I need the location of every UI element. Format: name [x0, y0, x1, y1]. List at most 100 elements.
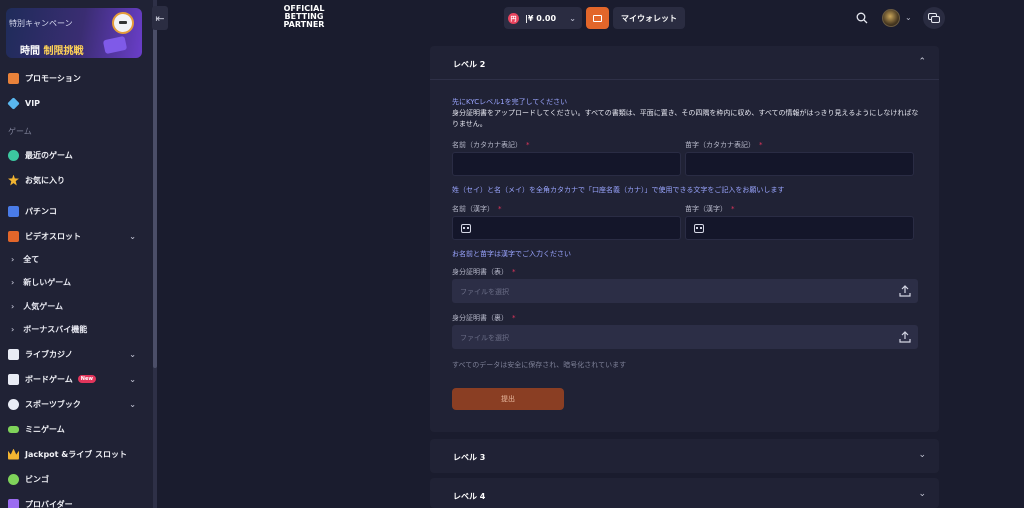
chevron-down-icon[interactable]: ⌄	[918, 450, 926, 460]
sidebar-item-label: ボードゲーム	[25, 374, 73, 384]
dice-icon	[8, 373, 19, 385]
search-icon[interactable]	[856, 12, 868, 24]
sidebar-item-vip[interactable]: VIP	[0, 92, 150, 114]
my-wallet-button[interactable]: マイウォレット	[613, 7, 685, 29]
submit-button[interactable]: 提出	[452, 388, 564, 410]
scrollbar-thumb[interactable]	[153, 8, 157, 368]
mascot-icon	[112, 12, 134, 34]
sidebar-subitem-bonus-buy[interactable]: › ボーナスバイ機能	[0, 319, 150, 339]
chevron-down-icon: ⌄	[569, 13, 576, 23]
sidebar-item-live-casino[interactable]: ライブカジノ ⌄	[0, 343, 150, 365]
sidebar-item-label: プロバイダー	[25, 499, 73, 508]
sidebar-subitem-label: 全て	[23, 254, 40, 264]
last-name-kanji-input[interactable]	[685, 216, 914, 240]
file-placeholder: ファイルを選択	[460, 334, 509, 342]
deposit-button[interactable]	[586, 7, 609, 29]
crown-icon	[8, 448, 19, 460]
upload-icon[interactable]	[899, 331, 911, 343]
chevron-down-icon: ⌄	[129, 231, 136, 241]
kyc-level1-link[interactable]: 先にKYCレベル1を完了してください	[452, 97, 567, 107]
upload-instructions: 身分証明書をアップロードしてください。すべての書類は、平面に置き、その四隅を枠内…	[452, 109, 919, 128]
chevron-right-icon: ›	[11, 301, 15, 311]
chevron-down-icon[interactable]: ⌄	[918, 489, 926, 499]
promo-small-text: 特別キャンペーン	[9, 19, 73, 28]
sidebar-item-promotion[interactable]: プロモーション	[0, 67, 150, 89]
section-label-game: ゲーム	[8, 127, 32, 136]
sidebar-subitem-label: ボーナスバイ機能	[23, 324, 88, 334]
sidebar-item-favorites[interactable]: お気に入り	[0, 169, 150, 191]
sidebar-subitem-label: 人気ゲーム	[23, 301, 64, 311]
sidebar-item-label: ライブカジノ	[25, 349, 73, 359]
sidebar-item-provider[interactable]: プロバイダー	[0, 493, 150, 508]
promo-title: 時間 制限挑戦	[20, 46, 84, 57]
chevron-right-icon: ›	[11, 254, 15, 264]
chevron-down-icon[interactable]: ⌄	[905, 13, 912, 22]
provider-icon	[8, 498, 19, 508]
sidebar-item-label: VIP	[25, 98, 41, 108]
slot-icon	[8, 230, 19, 242]
sidebar-item-sportsbook[interactable]: スポーツブック ⌄	[0, 393, 150, 415]
sidebar-item-label: Jackpot &ライブ スロット	[25, 449, 128, 459]
secure-note: すべてのデータは安全に保存され、暗号化されています	[452, 361, 627, 369]
balance-amount: |¥ 0.00	[525, 13, 557, 23]
accordion-title: レベル 4	[453, 492, 486, 501]
sidebar-subitem-all[interactable]: › 全て	[0, 249, 150, 269]
chat-button[interactable]	[923, 7, 945, 29]
chat-icon	[928, 12, 940, 23]
new-badge: New	[77, 375, 96, 383]
kyc-level-3-accordion[interactable]: レベル 3 ⌄	[430, 439, 939, 473]
upload-icon[interactable]	[899, 285, 911, 297]
sidebar-item-label: お気に入り	[25, 175, 65, 185]
gift-icon	[8, 72, 19, 84]
last-name-kana-label: 苗字（カタカナ表記） *	[685, 141, 763, 149]
sidebar-item-jackpot[interactable]: Jackpot &ライブ スロット	[0, 443, 150, 465]
sidebar-scrollbar[interactable]	[153, 0, 157, 508]
sidebar-subitem-new-games[interactable]: › 新しいゲーム	[0, 272, 150, 292]
chevron-down-icon: ⌄	[129, 374, 136, 384]
avatar[interactable]	[882, 9, 900, 27]
chevron-down-icon: ⌄	[129, 399, 136, 409]
sidebar-subitem-popular[interactable]: › 人気ゲーム	[0, 296, 150, 316]
sidebar-item-board-game[interactable]: ボードゲーム New ⌄	[0, 368, 150, 390]
wallet-icon	[593, 14, 602, 22]
id-front-label: 身分証明書（表） *	[452, 268, 516, 276]
sidebar-item-label: ビンゴ	[25, 474, 49, 484]
collapse-left-icon[interactable]: ⇤	[152, 6, 168, 30]
sidebar-item-label: ビデオスロット	[25, 231, 81, 241]
sidebar-item-label: 最近のゲーム	[25, 150, 73, 160]
wallet-balance-selector[interactable]: 円 |¥ 0.00 ⌄	[504, 7, 582, 29]
id-front-file-picker[interactable]: ファイルを選択	[452, 279, 918, 303]
sidebar-item-bingo[interactable]: ビンゴ	[0, 468, 150, 490]
last-name-kanji-label: 苗字（漢字） *	[685, 205, 735, 213]
first-name-kana-label: 名前（カタカナ表記） *	[452, 141, 530, 149]
official-partner-logo: OFFICIAL BETTING PARTNER	[283, 4, 325, 29]
sidebar-item-recent[interactable]: 最近のゲーム	[0, 144, 150, 166]
sidebar-item-pachinko[interactable]: パチンコ	[0, 200, 150, 222]
first-name-kana-input[interactable]	[452, 152, 681, 176]
kana-hint: 姓（セイ）と名（メイ）を全角カタカナで「口座名義（カナ）」で使用できる文字をご記…	[452, 186, 785, 194]
id-back-file-picker[interactable]: ファイルを選択	[452, 325, 918, 349]
yen-coin-icon: 円	[508, 12, 519, 24]
pachinko-icon	[8, 205, 19, 217]
panel-header[interactable]: レベル 2 ⌃	[430, 46, 939, 80]
first-name-kanji-input[interactable]	[452, 216, 681, 240]
panel-title: レベル 2	[453, 60, 486, 69]
chevron-down-icon: ⌄	[129, 349, 136, 359]
gift-box-icon	[102, 35, 128, 55]
sidebar-item-label: スポーツブック	[25, 399, 81, 409]
ball-icon	[8, 398, 19, 410]
last-name-kana-input[interactable]	[685, 152, 914, 176]
promo-banner[interactable]: 特別キャンペーン 時間 制限挑戦	[6, 8, 142, 58]
sidebar-item-mini-game[interactable]: ミニゲーム	[0, 418, 150, 440]
gamepad-icon	[8, 425, 19, 433]
star-icon	[8, 174, 19, 186]
kyc-level-4-accordion[interactable]: レベル 4 ⌄	[430, 478, 939, 508]
sidebar-item-video-slot[interactable]: ビデオスロット ⌄	[0, 225, 150, 247]
kyc-level-2-panel: レベル 2 ⌃ 先にKYCレベル1を完了してください 身分証明書をアップロードし…	[430, 46, 939, 432]
chevron-right-icon: ›	[11, 277, 15, 287]
id-back-label: 身分証明書（裏） *	[452, 314, 516, 322]
clock-icon	[8, 149, 19, 161]
chevron-up-icon[interactable]: ⌃	[918, 57, 926, 67]
sidebar-item-label: パチンコ	[25, 206, 57, 216]
sidebar-item-label: プロモーション	[25, 73, 81, 83]
